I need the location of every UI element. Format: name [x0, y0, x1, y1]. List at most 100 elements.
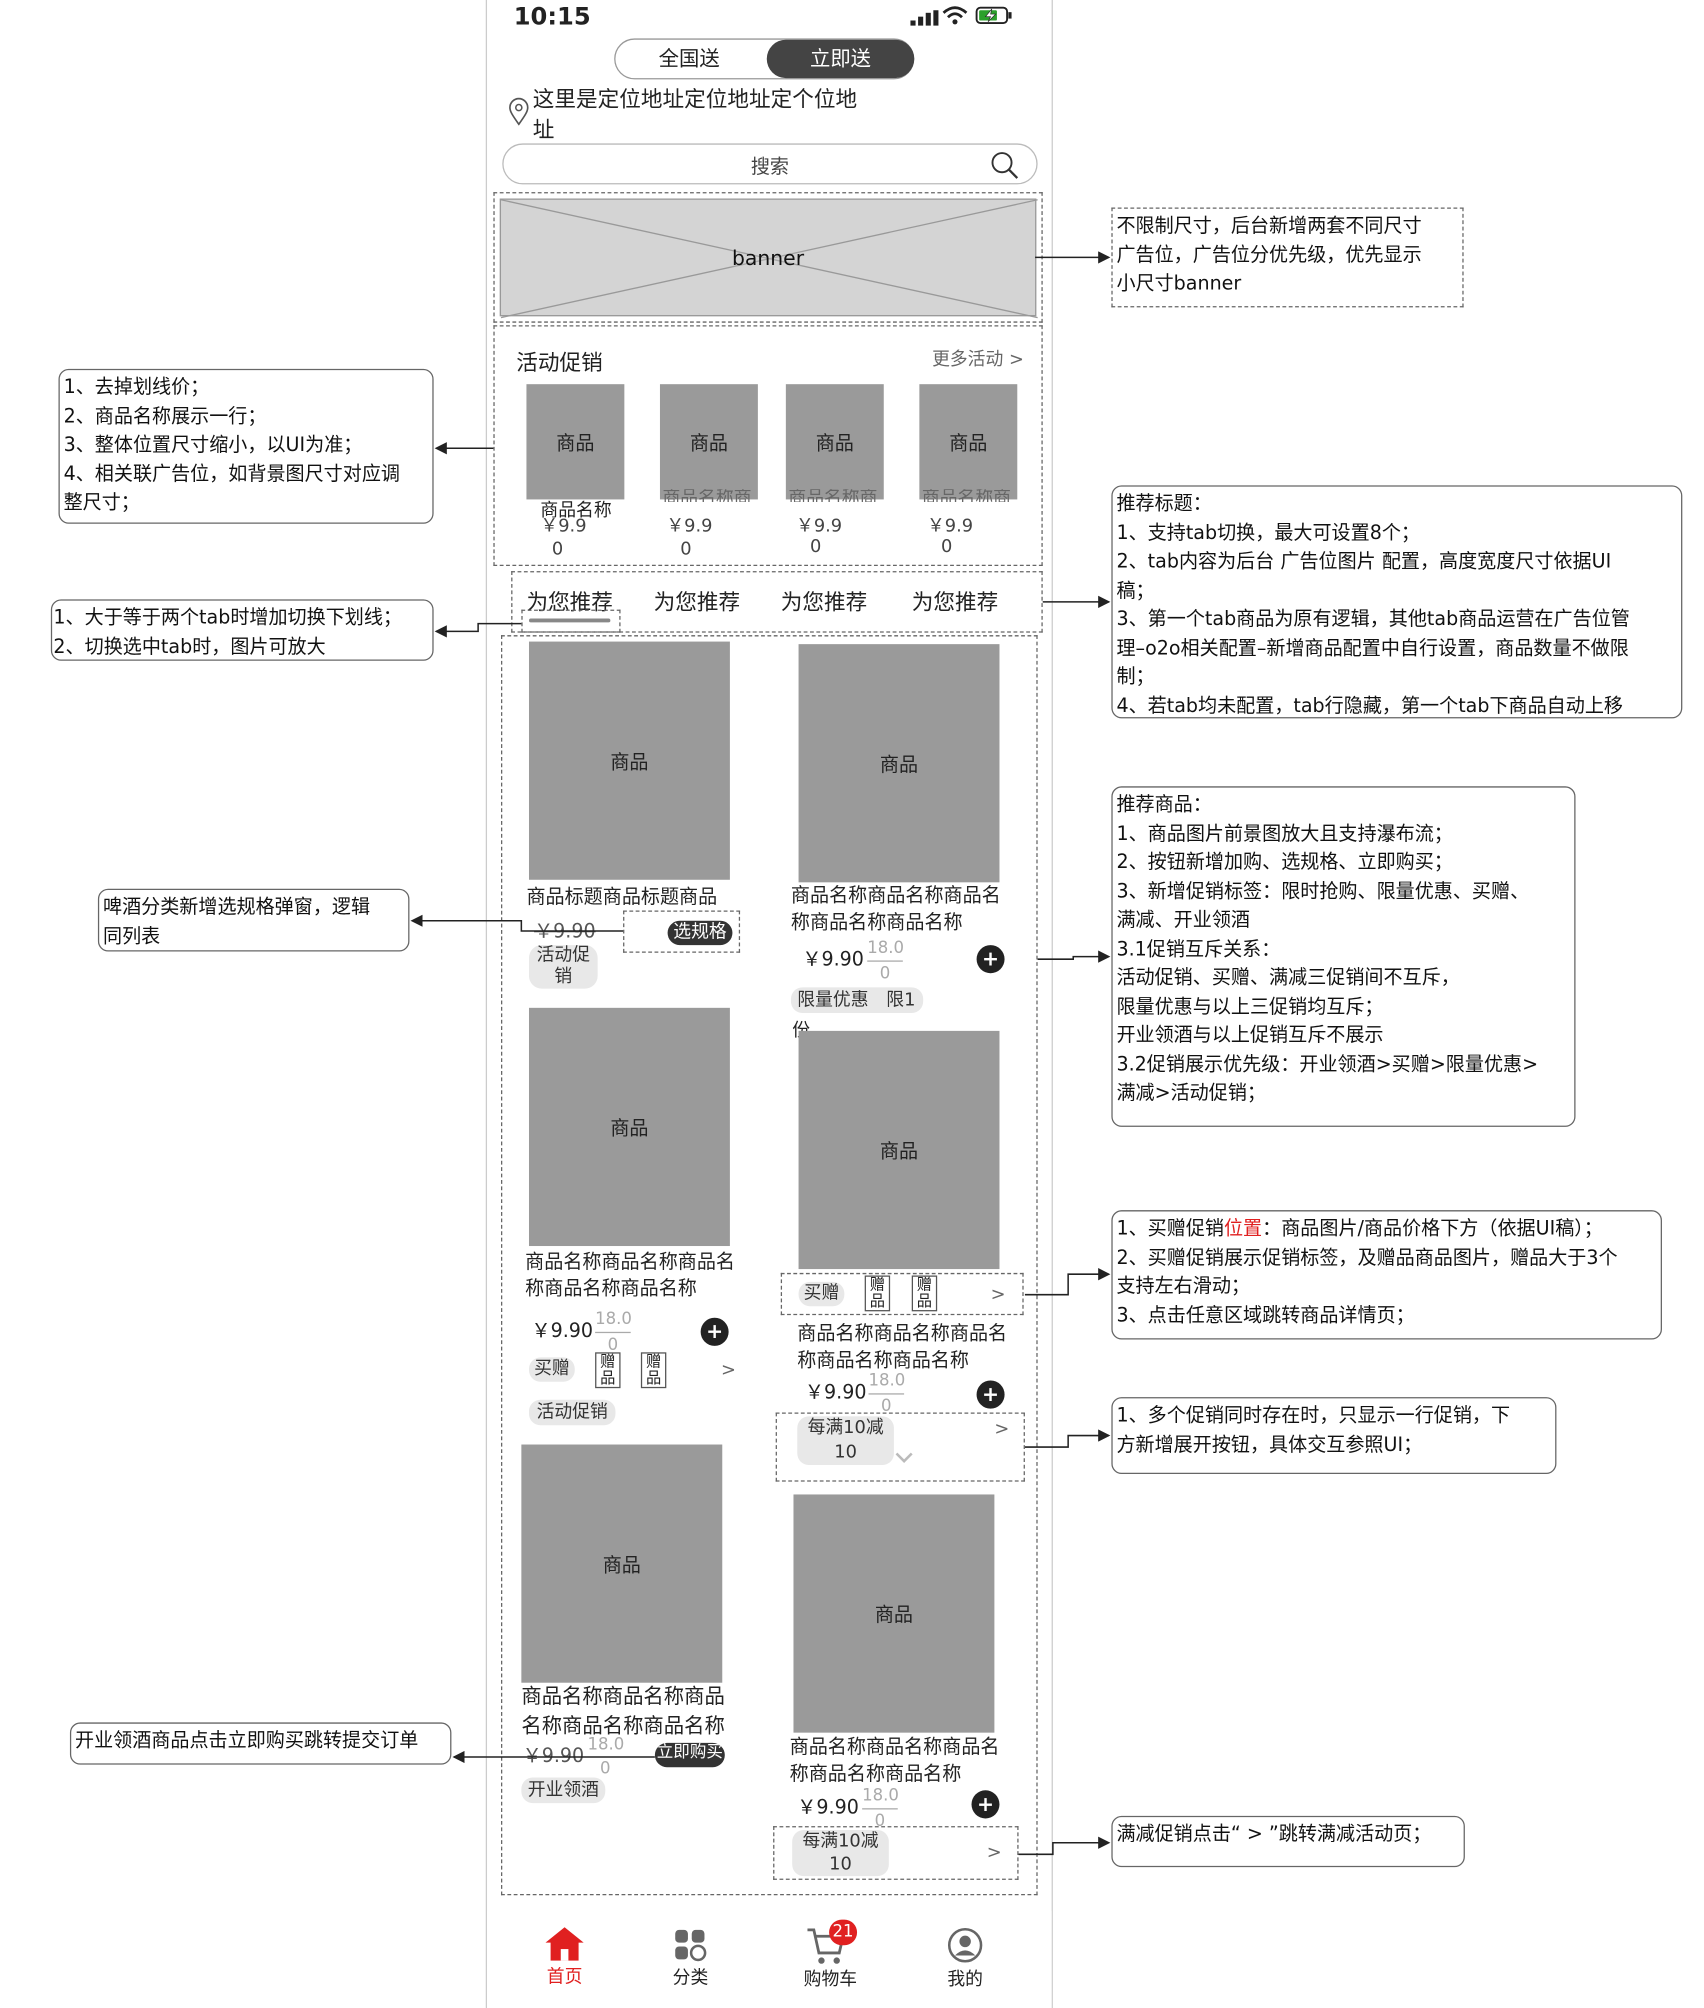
buy-now-button[interactable]: 立即购买	[654, 1742, 725, 1768]
gift-item-image: 赠品	[911, 1275, 938, 1312]
gift-item-image: 赠品	[864, 1275, 891, 1312]
tab-recommend-3[interactable]: 为您推荐	[781, 584, 867, 616]
tab-recommend-2[interactable]: 为您推荐	[654, 584, 740, 616]
note-full-reduction: 满减促销点击“ > ”跳转满减活动页；	[1111, 1815, 1465, 1868]
note-line: 3、第一个tab商品为原有逻辑，其他tab商品运营在广告位管	[1116, 607, 1630, 631]
note-multi-promo: 1、多个促销同时存在时，只显示一行促销，下 方新增展开按钮，具体交互参照UI；	[1111, 1397, 1557, 1474]
promo-tag-gift: 买赠	[528, 1357, 575, 1382]
note-line: 2、按钮新增加购、选规格、立即购买；	[1116, 850, 1453, 874]
note-line: 同列表	[102, 923, 161, 948]
banner-image[interactable]: banner	[499, 198, 1038, 319]
chevron-right-icon[interactable]: >	[721, 1360, 736, 1380]
battery-icon	[975, 6, 1013, 25]
note-tabs-left: 1、大于等于两个tab时增加切换下划线； 2、切换选中tab时，图片可放大	[50, 599, 434, 661]
note-line: 3、点击任意区域跳转商品详情页；	[1116, 1303, 1415, 1327]
note-banner: 不限制尺寸，后台新增两套不同尺寸 广告位，广告位分优先级，优先显示 小尺寸ban…	[1111, 207, 1464, 308]
note-spec: 啤酒分类新增选规格弹窗，逻辑 同列表	[97, 888, 410, 952]
promo-tag-full-reduction: 每满10减 10	[797, 1416, 894, 1466]
tab-recommend-4[interactable]: 为您推荐	[912, 584, 998, 616]
note-recommend: 推荐商品： 1、商品图片前景图放大且支持瀑布流； 2、按钮新增加购、选规格、立即…	[1111, 786, 1576, 1127]
original-price: 18.0 0	[587, 1733, 624, 1782]
activity-item-price: ￥9.9	[666, 516, 713, 537]
note-line: 推荐商品：	[1116, 792, 1212, 816]
activity-more-link[interactable]: 更多活动 >	[932, 346, 1024, 372]
promo-tag-text: 活动促	[536, 945, 591, 966]
address-line-2: 址	[532, 117, 555, 144]
note-line: 小尺寸banner	[1116, 271, 1242, 295]
note-text-highlight: 位置	[1223, 1216, 1263, 1240]
note-line: 2、切换选中tab时，图片可放大	[53, 634, 326, 658]
search-bar[interactable]: 搜索	[502, 143, 1038, 185]
status-time: 10:15	[513, 2, 591, 31]
banner-label: banner	[732, 245, 805, 271]
chevron-down-icon[interactable]	[894, 1450, 914, 1465]
search-icon[interactable]	[991, 151, 1019, 179]
activity-item-price: ￥9.9	[926, 516, 974, 537]
note-line: 支持左右滑动；	[1116, 1274, 1251, 1298]
promo-tag-activity: 活动促销	[528, 1399, 616, 1426]
activity-item-price: ￥9.9	[796, 516, 843, 537]
note-line: 2、商品名称展示一行；	[63, 404, 267, 428]
note-line: 方新增展开按钮，具体交互参照UI；	[1116, 1432, 1423, 1456]
note-text: ：商品图片/商品价格下方（依据UI稿）；	[1262, 1216, 1603, 1240]
note-line: 1、买赠促销位置：商品图片/商品价格下方（依据UI稿）；	[1116, 1214, 1656, 1243]
activity-item-image: 商品	[659, 384, 758, 500]
promo-tag-text: 10	[834, 1441, 857, 1463]
note-line: 2、买赠促销展示促销标签，及赠品商品图片，赠品大于3个	[1116, 1245, 1618, 1269]
select-spec-button[interactable]: 选规格	[667, 920, 733, 946]
note-opening: 开业领酒商品点击立即购买跳转提交订单	[69, 1722, 452, 1765]
note-line: 3、整体位置尺寸缩小，以UI为准；	[63, 432, 363, 456]
add-to-cart-button[interactable]: +	[971, 1790, 1000, 1819]
nav-cart-label: 购物车	[803, 1969, 858, 1991]
nav-profile-label: 我的	[947, 1969, 983, 1991]
activity-item-price-tail: 0	[680, 539, 692, 560]
promo-tag-activity: 活动促销	[528, 945, 598, 989]
note-line: 2、tab内容为后台 广告位图片 配置，高度宽度尺寸依据UI	[1116, 549, 1612, 573]
original-price-int: 18.0	[867, 936, 904, 962]
activity-title: 活动促销	[516, 350, 603, 377]
chevron-right-icon[interactable]: >	[987, 1843, 1002, 1863]
product-price: ￥9.90	[522, 1744, 585, 1768]
note-line: 1、大于等于两个tab时增加切换下划线；	[53, 605, 403, 629]
note-line: 满减、开业领酒	[1116, 907, 1251, 931]
promo-tag-full-reduction: 每满10减 10	[792, 1829, 889, 1877]
toggle-nationwide[interactable]: 全国送	[614, 38, 764, 79]
note-gift: 1、买赠促销位置：商品图片/商品价格下方（依据UI稿）； 2、买赠促销展示促销标…	[1111, 1210, 1662, 1340]
nav-category-label: 分类	[672, 1968, 709, 1989]
note-line: 3.2促销展示优先级：开业领酒>买赠>限量优惠>	[1116, 1052, 1539, 1076]
note-line: 1、去掉划线价；	[63, 375, 210, 399]
promo-tag-limited: 限量优惠 限1	[790, 987, 924, 1013]
add-to-cart-button[interactable]: +	[700, 1317, 729, 1346]
note-activity: 1、去掉划线价； 2、商品名称展示一行； 3、整体位置尺寸缩小，以UI为准； 4…	[58, 368, 434, 524]
chevron-right-icon[interactable]: >	[991, 1284, 1006, 1304]
note-line: 啤酒分类新增选规格弹窗，逻辑	[102, 895, 371, 919]
activity-item-name: 商品名称商	[921, 489, 1011, 502]
toggle-instant[interactable]: 立即送	[766, 39, 915, 79]
activity-item-image: 商品	[785, 384, 884, 500]
note-line: 推荐标题：	[1116, 491, 1212, 515]
product-image: 商品	[521, 1444, 723, 1683]
original-price: 18.0 0	[595, 1307, 632, 1357]
original-price-int: 18.0	[595, 1307, 632, 1334]
promo-tag-text: 每满10减	[807, 1417, 884, 1439]
note-tabs-right: 推荐标题： 1、支持tab切换，最大可设置8个； 2、tab内容为后台 广告位图…	[1111, 485, 1683, 719]
product-name-line1: 商品名称商品名称商品名	[790, 883, 1001, 907]
product-price: ￥9.90	[534, 919, 596, 943]
location-address[interactable]: 这里是定位地址定位地址定个位地 址	[533, 85, 857, 146]
chevron-right-icon[interactable]: >	[994, 1419, 1009, 1439]
product-name-line1: 商品名称商品名称商品名	[797, 1321, 1008, 1345]
note-line: 1、支持tab切换，最大可设置8个；	[1116, 520, 1420, 544]
add-to-cart-button[interactable]: +	[976, 945, 1005, 974]
note-line: 1、商品图片前景图放大且支持瀑布流；	[1116, 821, 1453, 845]
note-line: 4、若tab均未配置，tab行隐藏，第一个tab下商品自动上移	[1116, 693, 1623, 717]
note-line: 开业领酒商品点击立即购买跳转提交订单	[75, 1728, 419, 1752]
product-name-line2: 称商品名称商品名称	[525, 1276, 697, 1300]
search-placeholder: 搜索	[750, 154, 790, 179]
promo-tag-text: 销	[554, 966, 573, 988]
product-price: ￥9.90	[802, 947, 864, 971]
activity-item-name: 商品名称商	[788, 489, 878, 502]
add-to-cart-button[interactable]: +	[976, 1380, 1005, 1409]
original-price: 18.0 0	[867, 936, 904, 986]
activity-item-price-tail: 0	[940, 536, 953, 558]
activity-item-image: 商品	[526, 384, 625, 500]
